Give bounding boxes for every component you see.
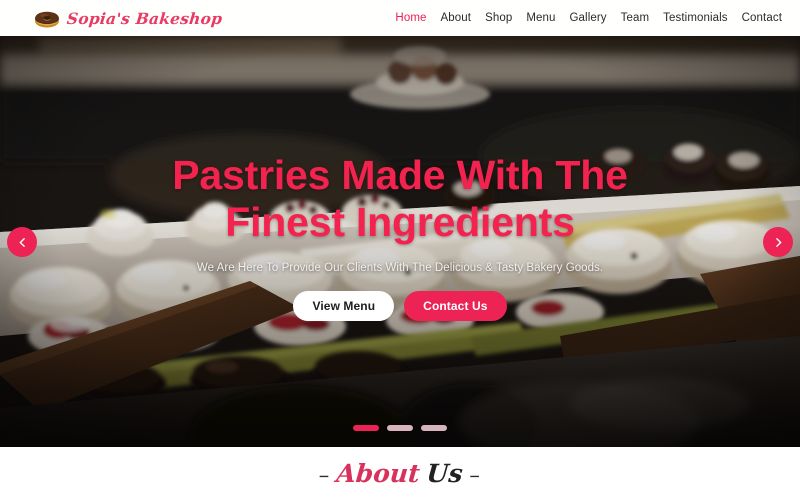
nav-item-about[interactable]: About <box>441 12 472 24</box>
main-nav: Home About Shop Menu Gallery Team Testim… <box>395 12 782 24</box>
hero-title: Pastries Made With The Finest Ingredient… <box>172 152 628 245</box>
about-word-about: About <box>335 459 422 488</box>
hero-subtitle: We Are Here To Provide Our Clients With … <box>196 262 604 274</box>
nav-item-menu[interactable]: Menu <box>526 12 555 24</box>
carousel-prev-button[interactable] <box>7 227 37 257</box>
carousel-dot-3[interactable] <box>421 425 447 431</box>
hero-action-buttons: View Menu Contact Us <box>293 291 507 321</box>
nav-item-testimonials[interactable]: Testimonials <box>663 12 727 24</box>
about-dash-right: – <box>468 463 482 487</box>
about-word-us: Us <box>425 459 465 488</box>
about-dash-left: – <box>318 463 331 487</box>
nav-item-home[interactable]: Home <box>395 12 426 24</box>
nav-item-gallery[interactable]: Gallery <box>570 12 607 24</box>
carousel-dot-1[interactable] <box>353 425 379 431</box>
hero-carousel: Pastries Made With The Finest Ingredient… <box>0 36 800 447</box>
nav-item-team[interactable]: Team <box>621 12 650 24</box>
site-header: Sopia's Bakeshop Home About Shop Menu Ga… <box>0 0 800 36</box>
hero-content: Pastries Made With The Finest Ingredient… <box>0 36 800 447</box>
brand-logo-link[interactable]: Sopia's Bakeshop <box>34 8 224 28</box>
chevron-right-icon <box>772 236 785 249</box>
about-heading: – About Us – <box>318 459 482 488</box>
carousel-indicators <box>0 425 800 431</box>
chevron-left-icon <box>16 236 29 249</box>
carousel-dot-2[interactable] <box>387 425 413 431</box>
view-menu-button[interactable]: View Menu <box>293 291 395 321</box>
contact-us-button[interactable]: Contact Us <box>404 291 507 321</box>
donut-icon <box>34 9 60 28</box>
nav-item-shop[interactable]: Shop <box>485 12 512 24</box>
about-section: – About Us – <box>0 447 800 500</box>
carousel-next-button[interactable] <box>763 227 793 257</box>
nav-item-contact[interactable]: Contact <box>742 12 782 24</box>
brand-name: Sopia's Bakeshop <box>66 8 224 28</box>
